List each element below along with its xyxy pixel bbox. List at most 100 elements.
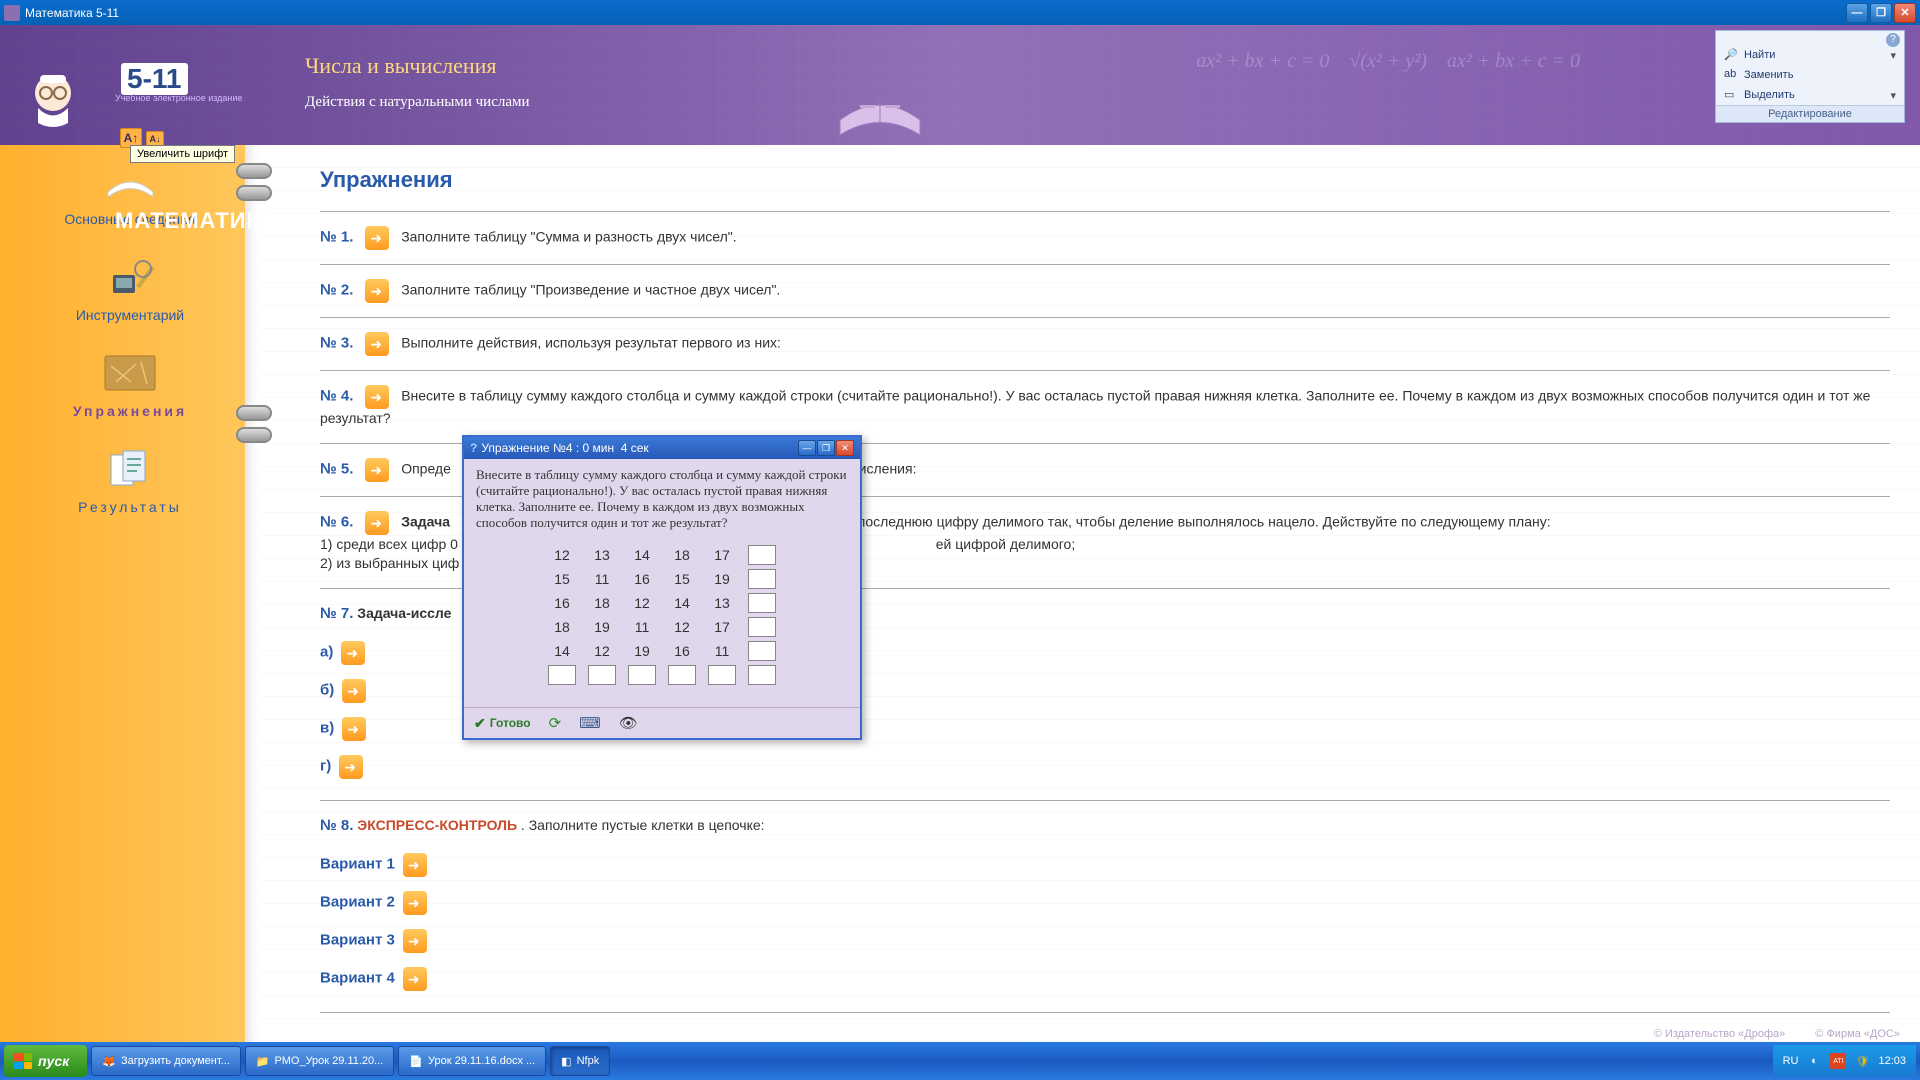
go-button[interactable] — [403, 967, 427, 991]
nav-results[interactable]: Результаты — [0, 433, 260, 529]
exercise-text: Выполните действия, используя результат … — [401, 335, 781, 351]
exercise-row: № 3. Выполните действия, используя резул… — [320, 317, 1890, 370]
language-indicator[interactable]: RU — [1783, 1055, 1799, 1067]
col-sum-input[interactable] — [708, 665, 736, 685]
modal-maximize-button[interactable]: ❐ — [817, 440, 835, 456]
exercise-number: № 6. — [320, 513, 353, 530]
exercise-table: 1213141817 1511161519 1618121413 1819111… — [538, 541, 786, 689]
go-button[interactable] — [365, 458, 389, 482]
exercise-text: . Заполните пустые клетки в цепочке: — [521, 817, 765, 833]
keyboard-icon[interactable]: ⌨ — [579, 714, 601, 732]
footer-credits: © Издательство «Дрофа» © Фирма «ДОС» — [1654, 1028, 1900, 1040]
go-button[interactable] — [365, 385, 389, 409]
nav-sidebar: Основные сведения Инструментарий Упражне… — [0, 145, 260, 1042]
minimize-button[interactable]: — — [1846, 3, 1868, 23]
system-tray[interactable]: RU ◐ ATI 🛡 12:03 — [1773, 1045, 1916, 1077]
clock[interactable]: 12:03 — [1878, 1055, 1906, 1067]
row-sum-input[interactable] — [748, 641, 776, 661]
section-subtitle: Действия с натуральными числами — [305, 94, 530, 111]
app-header: МАТЕМАТИКА5-11 Учебное электронное издан… — [0, 25, 1920, 145]
font-tooltip: Увеличить шрифт — [130, 145, 235, 163]
replace-button[interactable]: ab Заменить — [1716, 65, 1904, 85]
cursor-icon: ▭ — [1724, 88, 1738, 102]
sub-label: б) — [320, 681, 334, 698]
tray-ati-icon[interactable]: ATI — [1830, 1053, 1846, 1069]
exercise-modal: ? Упражнение №4 : 0 мин 4 сек — ❐ ✕ Внес… — [462, 435, 862, 740]
variant-label: Вариант 2 — [320, 893, 395, 910]
app-icon — [4, 5, 20, 21]
modal-close-button[interactable]: ✕ — [836, 440, 854, 456]
exercise-text: Заполните таблицу "Произведение и частно… — [401, 282, 780, 298]
report-icon — [100, 447, 160, 493]
exercise-number: № 7. — [320, 605, 353, 622]
go-button[interactable] — [365, 226, 389, 250]
nav-exercises[interactable]: Упражнения — [0, 337, 260, 433]
exercise-text-post: исления: — [859, 460, 917, 476]
exercise-highlight: ЭКСПРЕСС-КОНТРОЛЬ — [357, 817, 517, 833]
close-button[interactable]: ✕ — [1894, 3, 1916, 23]
go-button[interactable] — [365, 511, 389, 535]
ribbon-help-icon[interactable]: ? — [1886, 33, 1900, 47]
sub-label: в) — [320, 719, 334, 736]
row-sum-input[interactable] — [748, 569, 776, 589]
modal-titlebar[interactable]: ? Упражнение №4 : 0 мин 4 сек — ❐ ✕ — [464, 437, 860, 459]
exercise-bold: Задача — [401, 513, 450, 529]
exercise-number: № 1. — [320, 229, 353, 246]
binder-ring-icon — [236, 405, 268, 423]
eye-icon[interactable]: 👁 — [619, 714, 638, 732]
col-sum-input[interactable] — [588, 665, 616, 685]
refresh-icon[interactable]: ⟳ — [549, 714, 562, 732]
modal-minimize-button[interactable]: — — [798, 440, 816, 456]
go-button[interactable] — [339, 755, 363, 779]
window-title: Математика 5-11 — [25, 6, 1846, 20]
taskbar-item[interactable]: 📄Урок 29.11.16.docx ... — [398, 1046, 546, 1076]
exercise-number: № 4. — [320, 388, 353, 405]
col-sum-input[interactable] — [548, 665, 576, 685]
maximize-button[interactable]: ❐ — [1870, 3, 1892, 23]
sub-label: а) — [320, 643, 333, 660]
modal-footer: ✔Готово ⟳ ⌨ 👁 — [464, 707, 860, 738]
exercise-bold: Задача-иссле — [357, 605, 451, 621]
modal-title-text: Упражнение №4 : 0 мин 4 сек — [481, 441, 798, 455]
go-button[interactable] — [403, 929, 427, 953]
find-button[interactable]: 🔎 Найти▾ — [1716, 45, 1904, 65]
book-icon — [830, 70, 930, 150]
done-button[interactable]: ✔Готово — [474, 715, 531, 732]
row-sum-input[interactable] — [748, 617, 776, 637]
exercise-row: № 4. Внесите в таблицу сумму каждого сто… — [320, 370, 1890, 443]
go-button[interactable] — [342, 679, 366, 703]
taskbar: пуск 🦊Загрузить документ... 📁РМО_Урок 29… — [0, 1042, 1920, 1080]
go-button[interactable] — [341, 641, 365, 665]
total-sum-input[interactable] — [748, 665, 776, 685]
exercise-row: № 2. Заполните таблицу "Произведение и ч… — [320, 264, 1890, 317]
row-sum-input[interactable] — [748, 545, 776, 565]
replace-icon: ab — [1724, 68, 1738, 82]
exercise-text: Внесите в таблицу сумму каждого столбца … — [320, 388, 1870, 426]
ribbon-editing-group: ? 🔎 Найти▾ ab Заменить ▭ Выделить▾ Редак… — [1715, 30, 1905, 123]
app-logo: МАТЕМАТИКА5-11 Учебное электронное издан… — [115, 63, 242, 103]
word-icon: 📄 — [409, 1055, 423, 1068]
col-sum-input[interactable] — [628, 665, 656, 685]
col-sum-input[interactable] — [668, 665, 696, 685]
nav-tools[interactable]: Инструментарий — [0, 241, 260, 337]
go-button[interactable] — [365, 279, 389, 303]
taskbar-item[interactable]: 📁РМО_Урок 29.11.20... — [245, 1046, 395, 1076]
start-button[interactable]: пуск — [4, 1045, 87, 1077]
go-button[interactable] — [403, 891, 427, 915]
exercise-number: № 8. — [320, 817, 353, 834]
section-title: Числа и вычисления — [305, 53, 530, 79]
folder-icon: 📁 — [256, 1055, 270, 1068]
select-button[interactable]: ▭ Выделить▾ — [1716, 85, 1904, 105]
app-icon: ◧ — [561, 1055, 571, 1068]
go-button[interactable] — [365, 332, 389, 356]
row-sum-input[interactable] — [748, 593, 776, 613]
taskbar-item[interactable]: 🦊Загрузить документ... — [91, 1046, 241, 1076]
taskbar-item[interactable]: ◧Nfpk — [550, 1046, 610, 1076]
ribbon-group-label: Редактирование — [1716, 105, 1904, 122]
variant-label: Вариант 1 — [320, 855, 395, 872]
tray-icon[interactable]: ◐ — [1806, 1053, 1822, 1069]
go-button[interactable] — [342, 717, 366, 741]
windows-icon — [14, 1053, 32, 1069]
tray-shield-icon[interactable]: 🛡 — [1854, 1053, 1870, 1069]
go-button[interactable] — [403, 853, 427, 877]
